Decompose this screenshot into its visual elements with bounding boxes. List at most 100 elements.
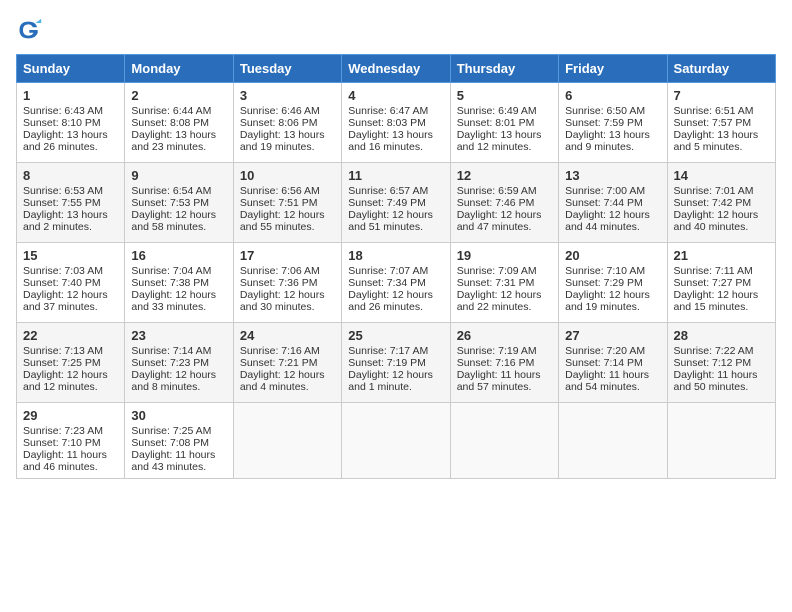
day-number: 4 [348, 88, 443, 103]
day-info: and 55 minutes. [240, 221, 315, 233]
day-info: Daylight: 12 hours [348, 369, 433, 381]
day-info: Sunrise: 7:00 AM [565, 185, 645, 197]
day-info: Sunset: 7:19 PM [348, 357, 426, 369]
calendar-cell: 8Sunrise: 6:53 AMSunset: 7:55 PMDaylight… [17, 163, 125, 243]
day-number: 15 [23, 248, 118, 263]
calendar-cell: 21Sunrise: 7:11 AMSunset: 7:27 PMDayligh… [667, 243, 775, 323]
calendar-cell: 25 Sunrise: 7:17 AMSunset: 7:19 PMDayligh… [342, 323, 450, 403]
calendar-cell: 1Sunrise: 6:43 AMSunset: 8:10 PMDaylight… [17, 83, 125, 163]
calendar-cell: 22Sunrise: 7:13 AMSunset: 7:25 PMDayligh… [17, 323, 125, 403]
day-info: Sunset: 8:06 PM [240, 117, 318, 129]
day-info: and 57 minutes. [457, 381, 532, 393]
calendar-cell: 29Sunrise: 7:23 AMSunset: 7:10 PMDayligh… [17, 403, 125, 479]
day-number: 19 [457, 248, 552, 263]
day-info: Sunrise: 6:47 AM [348, 105, 428, 117]
day-info: Sunrise: 6:44 AM [131, 105, 211, 117]
day-info: and 19 minutes. [565, 301, 640, 313]
calendar-cell: 12Sunrise: 6:59 AMSunset: 7:46 PMDayligh… [450, 163, 558, 243]
day-info: and 4 minutes. [240, 381, 309, 393]
day-info: Daylight: 11 hours [457, 369, 541, 381]
day-info: Sunrise: 7:01 AM [674, 185, 754, 197]
day-info: and 46 minutes. [23, 461, 98, 473]
day-info: and 15 minutes. [674, 301, 749, 313]
day-number: 21 [674, 248, 769, 263]
day-info: Sunset: 7:10 PM [23, 437, 101, 449]
calendar-cell: 11Sunrise: 6:57 AMSunset: 7:49 PMDayligh… [342, 163, 450, 243]
day-info: and 58 minutes. [131, 221, 206, 233]
calendar-cell [342, 403, 450, 479]
calendar-cell: 23Sunrise: 7:14 AMSunset: 7:23 PMDayligh… [125, 323, 233, 403]
calendar-cell: 16Sunrise: 7:04 AMSunset: 7:38 PMDayligh… [125, 243, 233, 323]
day-number: 25 [348, 328, 443, 343]
day-info: Sunset: 7:27 PM [674, 277, 752, 289]
calendar-cell [450, 403, 558, 479]
calendar-cell: 18Sunrise: 7:07 AMSunset: 7:34 PMDayligh… [342, 243, 450, 323]
day-info: Sunrise: 7:20 AM [565, 345, 645, 357]
calendar-cell: 30Sunrise: 7:25 AMSunset: 7:08 PMDayligh… [125, 403, 233, 479]
day-info: Sunrise: 7:19 AM [457, 345, 537, 357]
day-info: Daylight: 12 hours [565, 209, 650, 221]
col-sunday: Sunday [17, 55, 125, 83]
day-number: 6 [565, 88, 660, 103]
day-info: Daylight: 12 hours [457, 289, 542, 301]
day-info: Daylight: 13 hours [23, 209, 108, 221]
day-info: Sunset: 7:55 PM [23, 197, 101, 209]
day-info: Sunrise: 7:16 AM [240, 345, 320, 357]
day-info: Sunset: 7:23 PM [131, 357, 209, 369]
day-info: Sunrise: 6:51 AM [674, 105, 754, 117]
day-info: Daylight: 13 hours [23, 129, 108, 141]
day-info: Sunset: 7:57 PM [674, 117, 752, 129]
day-info: Daylight: 11 hours [565, 369, 649, 381]
day-number: 9 [131, 168, 226, 183]
day-info: Sunset: 7:46 PM [457, 197, 535, 209]
col-friday: Friday [559, 55, 667, 83]
day-info: Sunset: 7:34 PM [348, 277, 426, 289]
logo [16, 16, 48, 44]
day-info: Sunrise: 7:10 AM [565, 265, 645, 277]
day-info: Sunset: 7:38 PM [131, 277, 209, 289]
day-info: Sunset: 7:31 PM [457, 277, 535, 289]
calendar-cell: 3Sunrise: 6:46 AMSunset: 8:06 PMDaylight… [233, 83, 341, 163]
calendar-cell: 15 Sunrise: 7:03 AMSunset: 7:40 PMDayligh… [17, 243, 125, 323]
day-info: Sunrise: 6:49 AM [457, 105, 537, 117]
day-info: and 33 minutes. [131, 301, 206, 313]
day-info: and 22 minutes. [457, 301, 532, 313]
day-info: Sunrise: 7:14 AM [131, 345, 211, 357]
day-info: Daylight: 12 hours [457, 209, 542, 221]
day-number: 16 [131, 248, 226, 263]
day-number: 1 [23, 88, 118, 103]
day-info: and 12 minutes. [23, 381, 98, 393]
day-info: Daylight: 12 hours [240, 209, 325, 221]
day-info: Sunset: 7:59 PM [565, 117, 643, 129]
day-info: and 47 minutes. [457, 221, 532, 233]
day-info: Sunset: 7:16 PM [457, 357, 535, 369]
day-info: and 44 minutes. [565, 221, 640, 233]
day-number: 14 [674, 168, 769, 183]
day-info: Sunset: 7:44 PM [565, 197, 643, 209]
day-info: Daylight: 12 hours [23, 289, 108, 301]
day-number: 5 [457, 88, 552, 103]
calendar-cell: 24Sunrise: 7:16 AMSunset: 7:21 PMDayligh… [233, 323, 341, 403]
calendar-cell: 19Sunrise: 7:09 AMSunset: 7:31 PMDayligh… [450, 243, 558, 323]
day-info: Daylight: 13 hours [565, 129, 650, 141]
day-number: 20 [565, 248, 660, 263]
day-number: 29 [23, 408, 118, 423]
day-info: Daylight: 12 hours [131, 289, 216, 301]
calendar-table: Sunday Monday Tuesday Wednesday Thursday… [16, 54, 776, 479]
calendar-cell: 13Sunrise: 7:00 AMSunset: 7:44 PMDayligh… [559, 163, 667, 243]
day-info: Daylight: 12 hours [240, 289, 325, 301]
day-info: Sunrise: 7:03 AM [23, 265, 103, 277]
day-number: 2 [131, 88, 226, 103]
day-number: 22 [23, 328, 118, 343]
day-info: Sunrise: 7:17 AM [348, 345, 428, 357]
day-number: 10 [240, 168, 335, 183]
calendar-cell: 10Sunrise: 6:56 AMSunset: 7:51 PMDayligh… [233, 163, 341, 243]
day-info: Sunrise: 7:13 AM [23, 345, 103, 357]
day-info: and 19 minutes. [240, 141, 315, 153]
calendar-cell: 20Sunrise: 7:10 AMSunset: 7:29 PMDayligh… [559, 243, 667, 323]
day-info: Sunrise: 7:22 AM [674, 345, 754, 357]
calendar-cell: 14Sunrise: 7:01 AMSunset: 7:42 PMDayligh… [667, 163, 775, 243]
day-info: Sunrise: 7:23 AM [23, 425, 103, 437]
day-info: Sunset: 7:49 PM [348, 197, 426, 209]
day-info: Sunset: 7:40 PM [23, 277, 101, 289]
